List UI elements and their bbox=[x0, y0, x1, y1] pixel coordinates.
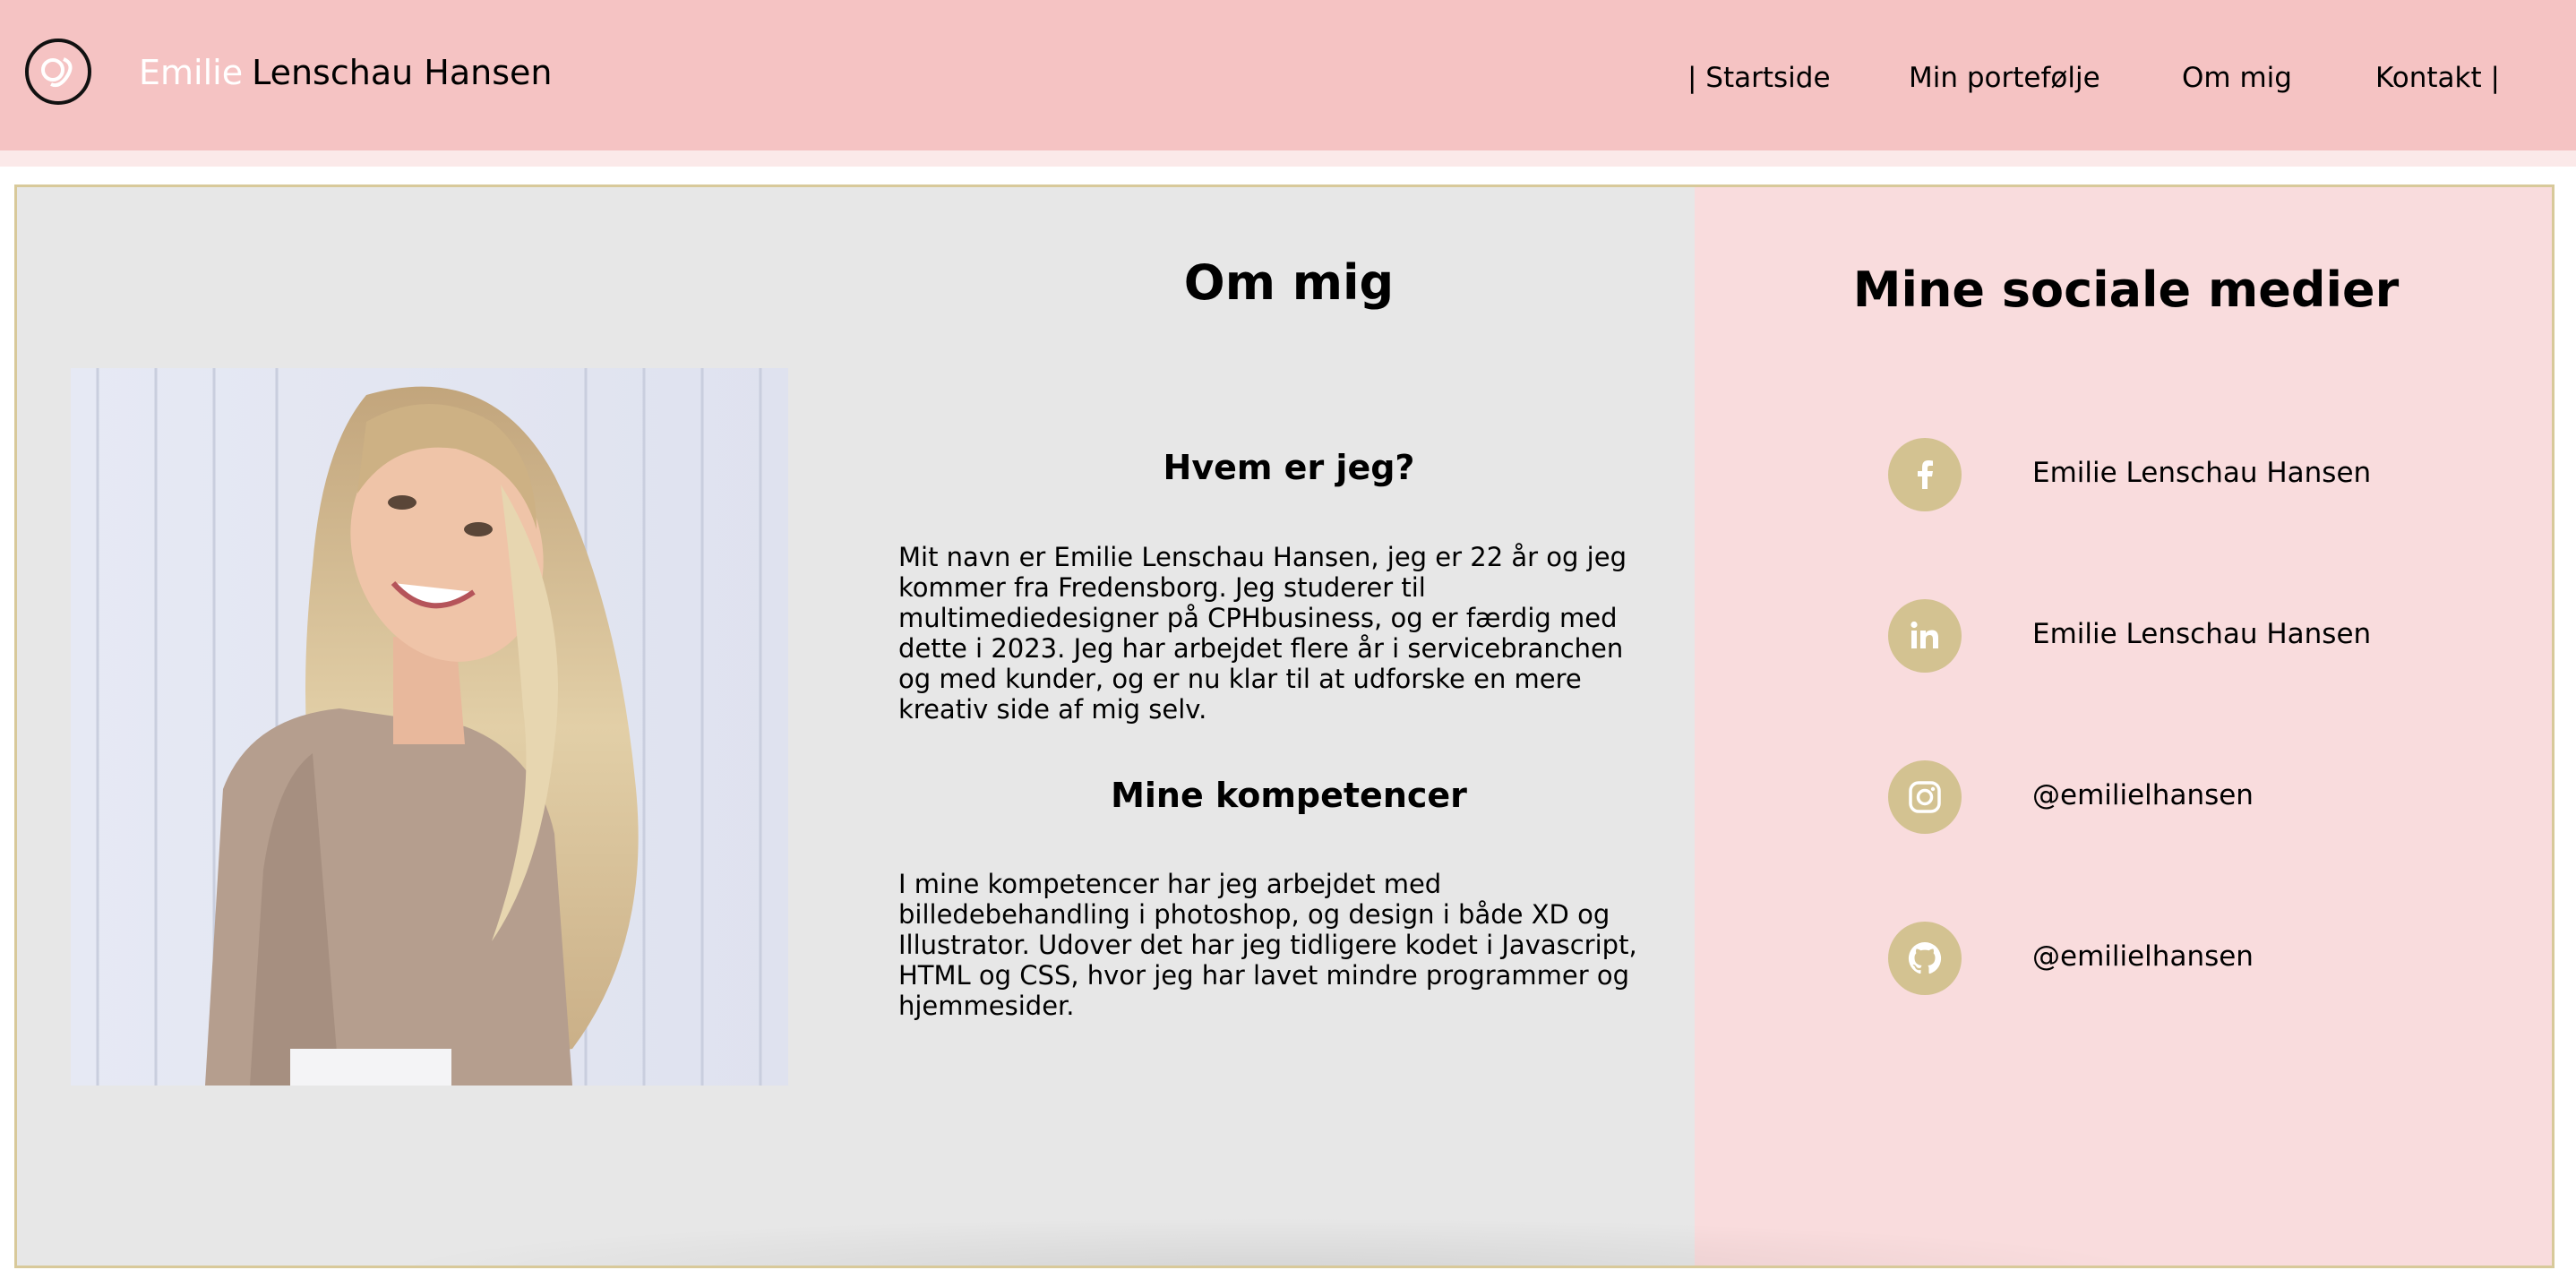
site-title-first-name: Emilie bbox=[139, 53, 244, 92]
facebook-icon[interactable] bbox=[1888, 438, 1962, 511]
social-label[interactable]: Emilie Lenschau Hansen bbox=[2032, 621, 2371, 648]
social-label[interactable]: Emilie Lenschau Hansen bbox=[2032, 459, 2371, 487]
social-item-instagram[interactable]: @emilielhansen bbox=[1888, 760, 2515, 834]
nav-link-startside[interactable]: | Startside bbox=[1687, 64, 1831, 92]
who-paragraph: Mit navn er Emilie Lenschau Hansen, jeg … bbox=[898, 542, 1627, 725]
skills-heading: Mine kompetencer bbox=[1111, 776, 1467, 815]
github-icon[interactable] bbox=[1888, 922, 1962, 995]
content-frame: Om mig Hvem er jeg? Mit navn er Emilie L… bbox=[14, 184, 2555, 1268]
social-label[interactable]: @emilielhansen bbox=[2032, 943, 2254, 971]
social-item-linkedin[interactable]: Emilie Lenschau Hansen bbox=[1888, 599, 2515, 673]
site-title[interactable]: Emilie Lenschau Hansen bbox=[139, 56, 552, 90]
nav-link-portfolio[interactable]: Min portefølje bbox=[1909, 64, 2100, 92]
bottom-shadow bbox=[375, 1217, 2167, 1266]
about-panel: Om mig Hvem er jeg? Mit navn er Emilie L… bbox=[17, 187, 1695, 1266]
social-item-facebook[interactable]: Emilie Lenschau Hansen bbox=[1888, 438, 2515, 511]
profile-photo bbox=[71, 368, 788, 1086]
site-header: Emilie Lenschau Hansen | Startside Min po… bbox=[0, 0, 2576, 150]
social-panel: Mine sociale medier bbox=[1695, 187, 2552, 1266]
instagram-icon[interactable] bbox=[1888, 760, 1962, 834]
social-title: Mine sociale medier bbox=[1852, 262, 2400, 318]
social-item-github[interactable]: @emilielhansen bbox=[1888, 922, 2515, 995]
who-heading: Hvem er jeg? bbox=[1163, 448, 1415, 487]
skills-paragraph: I mine kompetencer har jeg arbejdet med … bbox=[898, 869, 1637, 1021]
about-title: Om mig bbox=[1183, 254, 1395, 311]
social-label[interactable]: @emilielhansen bbox=[2032, 782, 2254, 810]
nav-link-om-mig[interactable]: Om mig bbox=[2182, 64, 2292, 92]
nav-link-kontakt[interactable]: Kontakt | bbox=[2375, 64, 2500, 92]
logo-icon[interactable] bbox=[24, 38, 92, 106]
header-divider bbox=[0, 150, 2576, 167]
linkedin-icon[interactable] bbox=[1888, 599, 1962, 673]
site-title-last-name: Lenschau Hansen bbox=[252, 53, 553, 92]
